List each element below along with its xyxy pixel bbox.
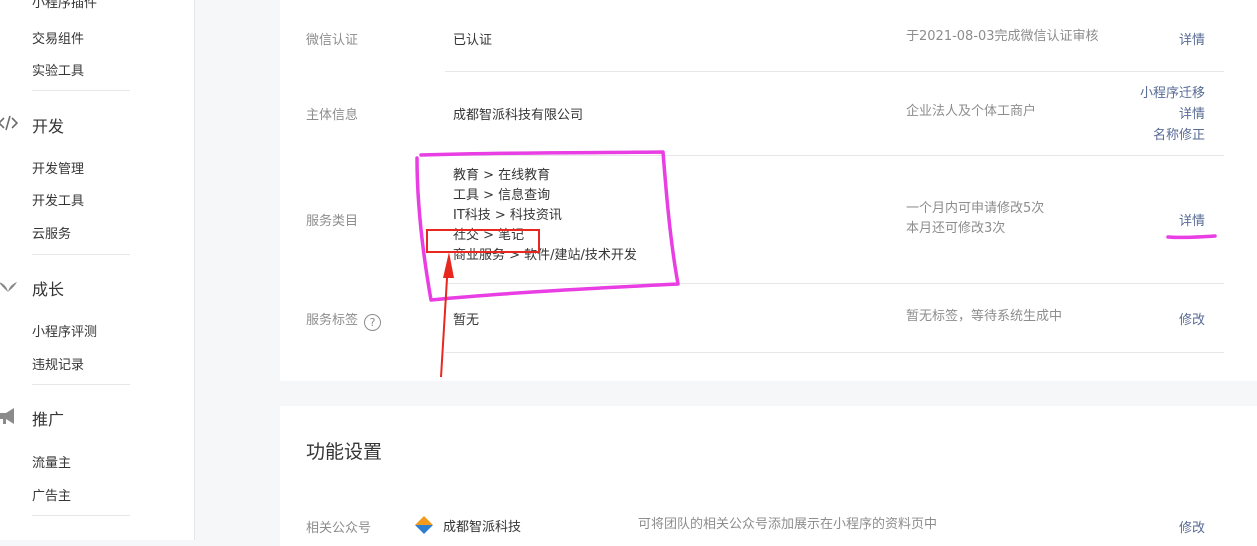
sidebar-item-publisher[interactable]: 流量主: [32, 452, 71, 471]
entity-detail-link[interactable]: 详情: [1179, 104, 1205, 125]
sidebar: 小程序插件 交易组件 实验工具 开发 开发管理 开发工具 云服务 成长 小程序评…: [0, 0, 195, 540]
row-divider: [445, 71, 1224, 72]
sidebar-item-advertiser[interactable]: 广告主: [32, 485, 71, 504]
service-tags-desc: 暂无标签，等待系统生成中: [906, 309, 1063, 324]
category-item: 商业服务 > 软件/建站/技术开发: [453, 248, 637, 263]
entity-actions: 小程序迁移 详情 名称修正: [1140, 83, 1205, 146]
question-circle-icon[interactable]: ?: [364, 314, 382, 331]
sidebar-item-trade-component[interactable]: 交易组件: [32, 28, 84, 47]
related-account-desc: 可将团队的相关公众号添加展示在小程序的资料页中: [638, 517, 938, 532]
sidebar-item-dev-management[interactable]: 开发管理: [32, 158, 84, 177]
sidebar-divider: [32, 90, 130, 91]
service-tags-value: 暂无: [453, 313, 480, 328]
category-detail-link[interactable]: 详情: [1179, 210, 1205, 229]
row-divider: [445, 352, 1224, 353]
sidebar-item-cloud-service[interactable]: 云服务: [32, 223, 71, 242]
category-item: 社交 > 笔记: [453, 228, 525, 243]
sidebar-item-dev-tools[interactable]: 开发工具: [32, 190, 84, 209]
sidebar-divider: [32, 515, 130, 516]
related-account-name: 成都智派科技: [443, 519, 522, 535]
entity-desc: 企业法人及个体工商户: [906, 104, 1037, 119]
category-desc: 一个月内可申请修改5次 本月还可修改3次: [906, 199, 1044, 239]
sidebar-item-violations[interactable]: 违规记录: [32, 354, 84, 373]
sidebar-divider: [32, 254, 130, 255]
service-tags-label: 服务标签?: [306, 309, 382, 331]
related-account-edit-link[interactable]: 修改: [1179, 517, 1205, 536]
sidebar-group-label: 成长: [32, 280, 65, 299]
sidebar-group-label: 推广: [32, 410, 65, 429]
wechat-auth-label: 微信认证: [306, 33, 359, 48]
category-desc-line: 一个月内可申请修改5次: [906, 201, 1045, 216]
entity-value: 成都智派科技有限公司: [453, 108, 584, 123]
service-tags-text: 服务标签: [306, 313, 359, 328]
category-item: 工具 > 信息查询: [453, 188, 551, 203]
row-divider: [445, 283, 1224, 284]
wechat-auth-detail-link[interactable]: 详情: [1179, 29, 1205, 48]
sidebar-item-evaluation[interactable]: 小程序评测: [32, 321, 97, 340]
megaphone-icon: [0, 406, 18, 426]
sprout-icon: [0, 276, 18, 296]
wechat-auth-value: 已认证: [453, 33, 493, 48]
sidebar-divider: [32, 384, 130, 385]
sidebar-item-lab-tools[interactable]: 实验工具: [32, 60, 84, 79]
row-divider: [445, 155, 1224, 156]
migrate-link[interactable]: 小程序迁移: [1140, 83, 1205, 104]
related-account-label: 相关公众号: [306, 521, 372, 536]
category-list: 教育 > 在线教育 工具 > 信息查询 IT科技 > 科技资讯 社交 > 笔记 …: [453, 166, 637, 266]
name-correction-link[interactable]: 名称修正: [1153, 125, 1205, 146]
sidebar-group-label: 开发: [32, 117, 65, 136]
category-item: 教育 > 在线教育: [453, 168, 551, 183]
category-item: IT科技 > 科技资讯: [453, 208, 562, 223]
sidebar-item-plugin[interactable]: 小程序插件: [32, 0, 97, 11]
category-label: 服务类目: [306, 214, 359, 229]
category-desc-line: 本月还可修改3次: [906, 221, 1006, 236]
section-title: 功能设置: [306, 441, 383, 463]
service-tags-edit-link[interactable]: 修改: [1179, 309, 1205, 328]
related-account: 成都智派科技: [413, 514, 521, 536]
wechat-auth-desc: 于2021-08-03完成微信认证审核: [906, 29, 1099, 44]
diamond-logo-icon: [413, 514, 435, 536]
code-icon: [0, 113, 19, 133]
entity-label: 主体信息: [306, 108, 359, 123]
basic-info-card: [280, 0, 1257, 381]
